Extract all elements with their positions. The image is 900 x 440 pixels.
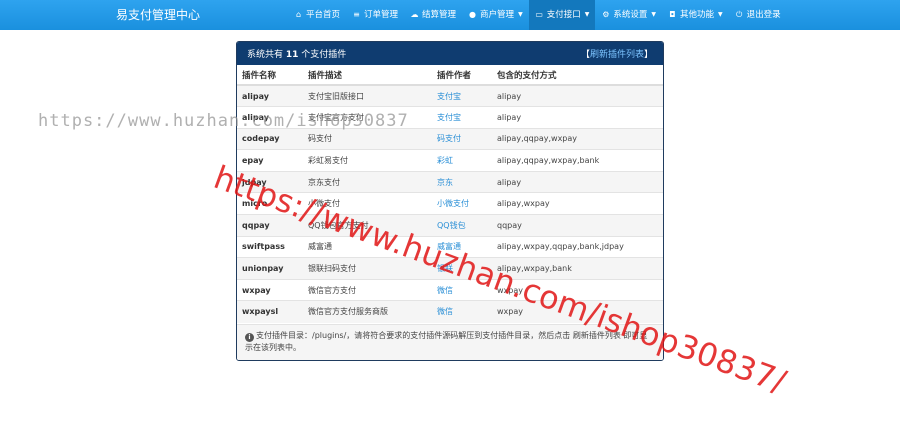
col-header-author: 插件作者 [432,65,492,86]
nav-item-7[interactable]: ⏻ 退出登录 [729,0,787,30]
plugin-types: alipay,wxpay [492,192,663,215]
plugin-types: alipay,qqpay,wxpay [492,127,663,150]
plugin-author[interactable]: 微信 [432,300,492,323]
nav-item-label: 平台首页 [306,10,341,20]
plugin-author[interactable]: 支付宝 [432,84,492,107]
nav-item-label: 结算管理 [422,10,457,20]
home-icon: ⌂ [295,10,302,19]
credit-card-icon: ▭ [535,10,543,19]
list-icon: ≡ [353,10,360,19]
user-icon: ● [469,10,477,19]
nav-item-label: 支付接口 [546,10,581,20]
table-row: codepay 码支付 码支付 alipay,qqpay,wxpay [237,127,663,150]
nav-item-label: 商户管理 [480,10,515,20]
plugin-name: wxpay [237,278,303,301]
plugin-author[interactable]: 彩虹 [432,149,492,172]
nav-item-label: 退出登录 [746,10,781,20]
refresh-plugins-link[interactable]: 【刷新插件列表】 [581,47,653,60]
plugin-desc: 码支付 [303,127,432,150]
nav-item-label: 系统设置 [613,10,648,20]
plugin-types: alipay [492,170,663,193]
panel-heading: 系统共有 11 个支付插件 【刷新插件列表】 [237,42,663,65]
plugin-count: 11 [285,50,299,60]
col-header-types: 包含的支付方式 [492,65,663,86]
caret-down-icon: ▼ [518,11,523,18]
caret-down-icon: ▼ [584,11,590,18]
brand-title[interactable]: 易支付管理中心 [116,0,200,30]
plugin-desc: 支付宝旧版接口 [303,84,432,107]
briefcase-icon: ◘ [669,10,676,19]
plugin-author[interactable]: 码支付 [432,127,492,150]
power-icon: ⏻ [735,10,743,19]
watermark-grey: https://www.huzhan.com/ishop30837 [38,111,409,131]
plugin-desc: 彩虹易支付 [303,149,432,172]
plugin-types: alipay,qqpay,wxpay,bank [492,149,663,172]
nav-item-1[interactable]: ≡ 订单管理 [346,0,404,30]
nav-item-2[interactable]: ☁ 结算管理 [404,0,462,30]
plugin-types: alipay [492,106,663,129]
caret-down-icon: ▼ [717,11,723,18]
plugin-author[interactable]: 京东 [432,170,492,193]
info-icon: i [245,333,254,342]
plugin-desc: 微信官方支付服务商版 [303,300,432,323]
plugin-name: swiftpass [237,235,303,258]
nav-item-6[interactable]: ◘ 其他功能 ▼ [662,0,729,30]
col-header-desc: 插件描述 [303,65,432,86]
plugin-types: qqpay [492,214,663,237]
table-row: alipay 支付宝旧版接口 支付宝 alipay [237,84,663,107]
nav-item-label: 订单管理 [364,10,399,20]
nav-item-4[interactable]: ▭ 支付接口 ▼ [528,0,596,30]
table-header-row: 插件名称 插件描述 插件作者 包含的支付方式 [237,65,663,86]
plugin-author[interactable]: QQ钱包 [432,214,492,237]
plugin-name: codepay [237,127,303,150]
gear-icon: ⚙ [602,10,610,19]
plugin-author[interactable]: 支付宝 [432,106,492,129]
plugin-author[interactable]: 小微支付 [432,192,492,215]
plugin-types: alipay,wxpay,qqpay,bank,jdpay [492,235,663,258]
plugin-types: alipay [492,84,663,107]
cloud-icon: ☁ [410,10,419,19]
nav-item-5[interactable]: ⚙ 系统设置 ▼ [595,0,662,30]
plugin-name: wxpaysl [237,300,303,323]
nav-item-label: 其他功能 [679,10,714,20]
caret-down-icon: ▼ [651,11,656,18]
col-header-name: 插件名称 [237,65,303,86]
plugin-count-text: 系统共有 11 个支付插件 [247,50,347,60]
plugin-name: unionpay [237,257,303,280]
nav-item-0[interactable]: ⌂ 平台首页 [288,0,346,30]
table-row: epay 彩虹易支付 彩虹 alipay,qqpay,wxpay,bank [237,149,663,172]
plugin-desc: 京东支付 [303,170,432,193]
nav-item-3[interactable]: ● 商户管理 ▼ [462,0,529,30]
plugin-desc: 微信官方支付 [303,278,432,301]
top-navbar: 易支付管理中心 ⌂ 平台首页 ≡ 订单管理 ☁ 结算管理 ● 商户管理 ▼ ▭ 支付接口 ▼ ⚙ 系统设置… [0,0,900,30]
main-nav: ⌂ 平台首页 ≡ 订单管理 ☁ 结算管理 ● 商户管理 ▼ ▭ 支付接口 ▼ ⚙ 系统设置 ▼ ◘ 其他功能 ▼ ⏻… [288,0,787,30]
plugin-name: alipay [237,84,303,107]
